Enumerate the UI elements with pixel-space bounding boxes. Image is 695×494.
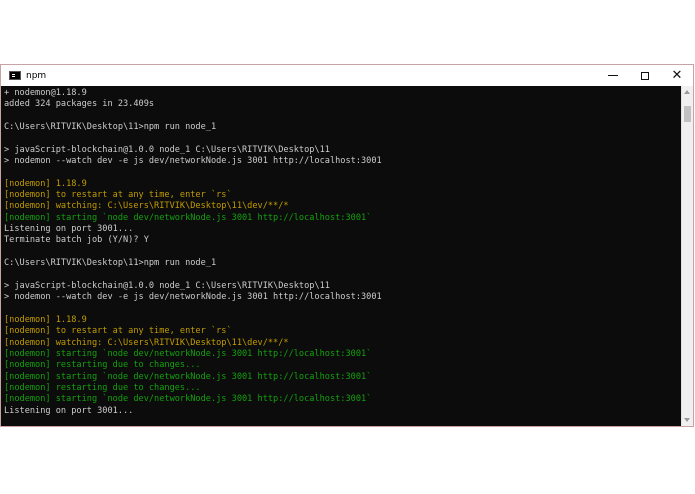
console-line: [nodemon] watching: C:\Users\RITVIK\Desk… (4, 337, 289, 348)
maximize-icon (641, 71, 649, 80)
scroll-down-icon[interactable] (684, 418, 690, 422)
console-line: > javaScript-blockchain@1.0.0 node_1 C:\… (4, 144, 330, 155)
console-line: [nodemon] starting `node dev/networkNode… (4, 371, 372, 382)
console-line: [nodemon] watching: C:\Users\RITVIK\Desk… (4, 201, 289, 212)
console-line: [nodemon] to restart at any time, enter … (4, 326, 232, 337)
maximize-button[interactable] (629, 65, 661, 86)
console-line: [nodemon] 1.18.9 (4, 178, 87, 189)
scroll-thumb[interactable] (684, 106, 691, 122)
console-line: [nodemon] 1.18.9 (4, 314, 87, 325)
console-line: added 324 packages in 23.409s (4, 99, 155, 110)
console-line: > nodemon --watch dev -e js dev/networkN… (4, 292, 382, 303)
console-line: [nodemon] starting `node dev/networkNode… (4, 348, 372, 359)
console-line: [nodemon] starting `node dev/networkNode… (4, 394, 372, 405)
console-line: C:\Users\RITVIK\Desktop\11>npm run node_… (4, 122, 217, 133)
console-line: Listening on port 3001... (4, 405, 134, 416)
window-controls: ✕ (597, 65, 693, 86)
close-icon: ✕ (671, 68, 683, 83)
console-line: > javaScript-blockchain@1.0.0 node_1 C:\… (4, 280, 330, 291)
console-line: Listening on port 3001... (4, 224, 134, 235)
console-line: C:\Users\RITVIK\Desktop\11>npm run node_… (4, 258, 217, 269)
title-bar[interactable]: npm ✕ (1, 65, 693, 86)
vertical-scrollbar[interactable] (681, 86, 693, 426)
window-title: npm (26, 70, 47, 81)
console-window: npm ✕ + nodemon@1.18.9 added 324 packages… (0, 64, 694, 427)
console-line: Terminate batch job (Y/N)? Y (4, 235, 149, 246)
console-output[interactable]: + nodemon@1.18.9 added 324 packages in 23… (1, 86, 681, 426)
scroll-up-icon[interactable] (684, 90, 690, 94)
close-button[interactable]: ✕ (661, 65, 693, 86)
console-line: [nodemon] starting `node dev/networkNode… (4, 212, 372, 223)
console-line: + nodemon@1.18.9 (4, 88, 87, 98)
console-line: [nodemon] restarting due to changes... (4, 382, 201, 393)
console-icon (9, 71, 21, 80)
console-line: [nodemon] to restart at any time, enter … (4, 190, 232, 201)
console-line: [nodemon] restarting due to changes... (4, 360, 201, 371)
minimize-icon (608, 75, 618, 76)
minimize-button[interactable] (597, 65, 629, 86)
console-line: > nodemon --watch dev -e js dev/networkN… (4, 156, 382, 167)
